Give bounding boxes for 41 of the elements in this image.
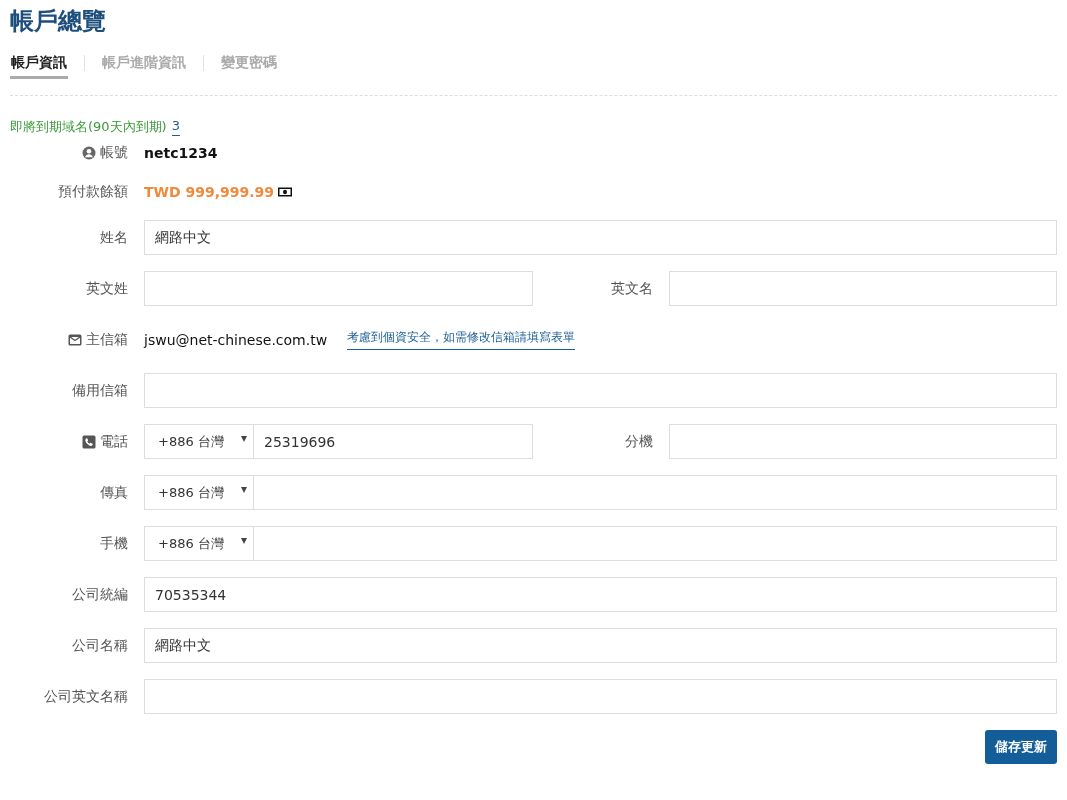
notice-text: 即將到期域名(90天內到期) <box>10 118 167 136</box>
input-field[interactable]: 網路中文 <box>144 220 1057 255</box>
field-label: 主信箱 <box>86 330 128 349</box>
field-label: 預付款餘額 <box>58 183 128 201</box>
input-field[interactable] <box>668 271 1057 306</box>
save-button[interactable]: 儲存更新 <box>985 730 1057 764</box>
input-field[interactable] <box>144 373 1057 408</box>
input-field[interactable] <box>254 475 1057 510</box>
page-title: 帳戶總覽 <box>10 6 107 37</box>
phone-icon <box>82 434 96 449</box>
field-label: 電話 <box>100 432 128 451</box>
email-address: jswu@net-chinese.com.tw <box>144 331 328 348</box>
input-field[interactable]: 25319696 <box>254 424 533 459</box>
input-field[interactable] <box>668 424 1057 459</box>
field-label: 手機 <box>100 534 128 553</box>
field-label: 公司名稱 <box>72 636 128 655</box>
field-label: 公司英文名稱 <box>44 687 128 706</box>
form-link[interactable]: 考慮到個資安全，如需修改信箱請填寫表單 <box>347 329 576 350</box>
input-field[interactable] <box>254 526 1057 561</box>
input-field[interactable]: 70535344 <box>144 577 1057 612</box>
account-id: netc1234 <box>144 145 218 161</box>
field-label: 備用信箱 <box>72 381 128 400</box>
input-field[interactable]: 網路中文 <box>144 628 1057 663</box>
money-icon <box>278 185 293 199</box>
balance-amount: TWD 999,999.99 <box>144 184 275 200</box>
caret-icon <box>241 486 247 493</box>
count-link[interactable]: 3 <box>171 118 180 136</box>
envelope-icon <box>68 332 82 347</box>
field-label: 姓名 <box>100 228 128 247</box>
field-label: 傳真 <box>100 483 128 502</box>
field-label: 英文姓 <box>86 279 128 298</box>
tab[interactable]: 帳戶資訊 <box>10 53 68 79</box>
input-field[interactable] <box>144 271 533 306</box>
caret-icon <box>241 537 247 544</box>
field-label: 英文名 <box>610 279 653 298</box>
field-label: 分機 <box>624 432 653 451</box>
field-label: 帳號 <box>100 144 128 162</box>
field-label: 公司統編 <box>72 585 128 604</box>
caret-icon <box>241 435 247 442</box>
input-field[interactable] <box>144 679 1057 714</box>
user-icon <box>82 146 96 160</box>
